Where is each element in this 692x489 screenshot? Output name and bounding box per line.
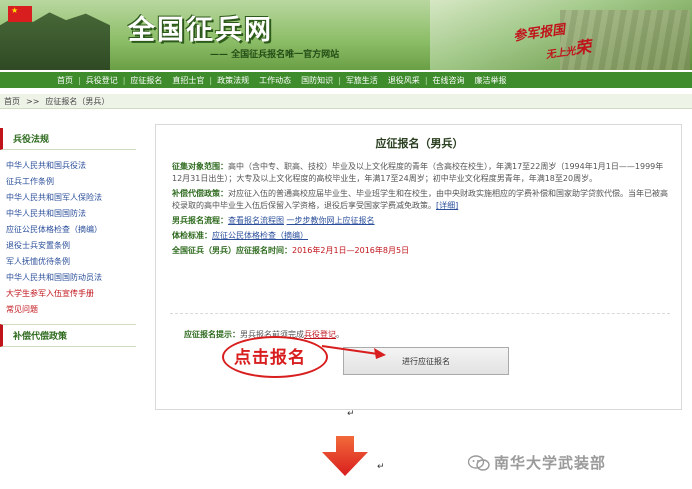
- sidebar-heading-laws[interactable]: 兵役法规: [0, 128, 136, 150]
- target-text: 高中（含中专、职高、技校）毕业及以上文化程度的青年（含高校在校生），年满17至2…: [172, 162, 664, 183]
- sidebar-item-faq[interactable]: 常见问题: [0, 302, 136, 318]
- process-label: 男兵报名流程：: [172, 216, 228, 225]
- slogan-line2-big: 荣: [573, 36, 593, 58]
- star-icon: ★: [11, 6, 19, 15]
- nav-apply[interactable]: 应征报名: [125, 75, 167, 86]
- sidebar-item-handbook[interactable]: 大学生参军入伍宣传手册: [0, 286, 136, 302]
- medical-standard-link[interactable]: 应征公民体格检查（摘编）: [212, 231, 308, 240]
- breadcrumb-sep: >>: [26, 96, 40, 106]
- page-title: 应征报名（男兵）: [375, 137, 464, 150]
- sidebar-item[interactable]: 中华人民共和国国防法: [0, 206, 136, 222]
- slogan-line2-prefix: 无上光: [545, 46, 577, 62]
- watermark: 南华大学武装部: [468, 452, 606, 473]
- policy-label: 补偿代偿政策：: [172, 189, 228, 198]
- info-target: 征集对象范围：高中（含中专、职高、技校）毕业及以上文化程度的青年（含高校在校生）…: [172, 161, 672, 185]
- nav-defense[interactable]: 国防知识: [296, 75, 338, 86]
- site-title: 全国征兵网: [128, 15, 273, 46]
- info-policy: 补偿代偿政策：对应征入伍的普通高校应届毕业生、毕业班学生和在校生，由中央财政实施…: [172, 188, 672, 212]
- nav-home[interactable]: 首页: [52, 75, 78, 86]
- tip-registration-link[interactable]: 兵役登记: [304, 330, 336, 339]
- main-nav: 首页 | 兵役登记 | 应征报名 直招士官 | 政策法规 工作动态 国防知识 | 军旅生…: [0, 72, 692, 88]
- medical-label: 体检标准：: [172, 231, 212, 240]
- nav-policy[interactable]: 政策法规: [212, 75, 254, 86]
- annotation-arrow-icon: [321, 345, 386, 359]
- site-subtitle: —— 全国征兵报名唯一官方网站: [210, 50, 340, 60]
- sidebar-item[interactable]: 退役士兵安置条例: [0, 238, 136, 254]
- process-guide-link[interactable]: 一步步教你网上应征报名: [287, 216, 375, 225]
- nav-news[interactable]: 工作动态: [254, 75, 296, 86]
- nav-nco[interactable]: 直招士官: [167, 75, 209, 86]
- breadcrumb-current: 应征报名（男兵）: [45, 96, 110, 106]
- sidebar-item[interactable]: 中华人民共和国兵役法: [0, 158, 136, 174]
- site-banner: ★ 全国征兵网 —— 全国征兵报名唯一官方网站 参军报国 无上光荣: [0, 0, 692, 70]
- sidebar-item[interactable]: 应征公民体格检查（摘编）: [0, 222, 136, 238]
- sidebar-item[interactable]: 中华人民共和国国防动员法: [0, 270, 136, 286]
- sidebar: 兵役法规 中华人民共和国兵役法 征兵工作条例 中华人民共和国军人保险法 中华人民…: [0, 128, 136, 410]
- sidebar-item[interactable]: 征兵工作条例: [0, 174, 136, 190]
- info-process: 男兵报名流程：查看报名流程图 一步步教你网上应征报名: [172, 215, 672, 227]
- policy-detail-link[interactable]: [详细]: [436, 201, 458, 210]
- breadcrumb: 首页 >> 应征报名（男兵）: [0, 94, 692, 109]
- info-block: 征集对象范围：高中（含中专、职高、技校）毕业及以上文化程度的青年（含高校在校生）…: [172, 161, 672, 260]
- time-label: 全国征兵（男兵）应征报名时间：: [172, 246, 292, 255]
- nav-life[interactable]: 军旅生活: [341, 75, 383, 86]
- annotation-label: 点击报名: [234, 348, 306, 368]
- nav-report[interactable]: 廉洁举报: [470, 75, 512, 86]
- tip-end: 。: [336, 330, 344, 339]
- paragraph-mark-icon: ↵: [377, 462, 385, 472]
- policy-text: 对应征入伍的普通高校应届毕业生、毕业班学生和在校生，由中央财政实施相应的学费补偿…: [172, 189, 668, 210]
- divider: [170, 313, 670, 314]
- tip-label: 应征报名提示：: [184, 330, 240, 339]
- process-chart-link[interactable]: 查看报名流程图: [228, 216, 284, 225]
- target-label: 征集对象范围：: [172, 162, 228, 171]
- down-arrow-icon: [322, 436, 368, 476]
- info-time: 全国征兵（男兵）应征报名时间：2016年2月1日—2016年8月5日: [172, 245, 672, 257]
- wechat-icon: [468, 454, 490, 471]
- nav-registration[interactable]: 兵役登记: [81, 75, 123, 86]
- nav-consult[interactable]: 在线咨询: [428, 75, 470, 86]
- nav-veterans[interactable]: 退役风采: [383, 75, 425, 86]
- sidebar-item[interactable]: 中华人民共和国军人保险法: [0, 190, 136, 206]
- sidebar-heading-compensation[interactable]: 补偿代偿政策: [0, 324, 136, 347]
- info-medical: 体检标准：应征公民体格检查（摘编）: [172, 230, 672, 242]
- sidebar-list: 中华人民共和国兵役法 征兵工作条例 中华人民共和国军人保险法 中华人民共和国国防…: [0, 150, 136, 318]
- breadcrumb-home[interactable]: 首页: [4, 96, 20, 107]
- time-value: 2016年2月1日—2016年8月5日: [292, 246, 410, 255]
- watermark-text: 南华大学武装部: [494, 454, 607, 472]
- sidebar-item[interactable]: 军人抚恤优待条例: [0, 254, 136, 270]
- paragraph-mark-icon: ↵: [347, 409, 355, 419]
